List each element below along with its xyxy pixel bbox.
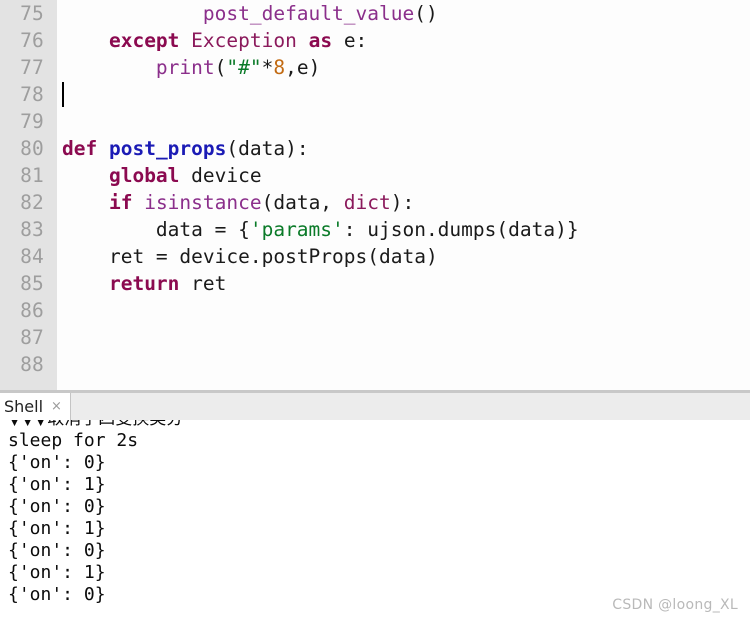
code-token-punct: ( [214,56,227,79]
code-token-type: Exception [191,29,297,52]
code-token-string: "#" [226,56,262,79]
code-token-string: 'params' [249,218,344,241]
code-line[interactable]: 77 print("#"*8,e) [0,54,750,81]
code-line[interactable]: 85 return ret [0,270,750,297]
console-line: {'on': 0} [8,452,106,473]
code-token-keyword: as [308,29,333,52]
line-content: data = {'params': ujson.dumps(data)} [62,216,579,243]
console-line-clipped: ▼▼▼取消了四变换类分 [8,420,183,430]
code-line[interactable]: 83 data = {'params': ujson.dumps(data)} [0,216,750,243]
code-token-punct: : ujson.dumps(data)} [343,218,579,241]
code-token-ident: data = { [155,218,250,241]
code-token-keyword: return [108,272,180,295]
code-line[interactable]: 87 [0,324,750,351]
line-content: ret = device.postProps(data) [62,243,438,270]
code-token-ident: ret [179,272,227,295]
code-token-type: dict [343,191,391,214]
code-line[interactable]: 75 post_default_value() [0,0,750,27]
line-number: 80 [20,137,44,160]
line-number: 83 [20,218,44,241]
tab-shell[interactable]: Shell × [0,393,71,420]
code-token-function-name: post_props [108,137,227,160]
line-number: 87 [20,326,44,349]
console-line: {'on': 1} [8,474,106,495]
code-token-keyword: except [108,29,180,52]
code-token-punct: ): [390,191,415,214]
line-number: 77 [20,56,44,79]
line-content: except Exception as e: [62,27,367,54]
line-number: 88 [20,353,44,376]
code-line[interactable]: 86 [0,297,750,324]
line-content: print("#"*8,e) [62,54,320,81]
code-token-keyword: global [108,164,180,187]
code-token-builtin: isinstance [144,191,262,214]
code-token-keyword: def [62,137,98,160]
line-content: if isinstance(data, dict): [62,189,414,216]
code-line[interactable]: 81 global device [0,162,750,189]
code-token-operator: * [261,56,274,79]
code-token-call: post_default_value [202,2,415,25]
line-content: return ret [62,270,226,297]
console-lines: sleep for 2s {'on': 0} {'on': 1} {'on': … [0,430,750,606]
line-number: 85 [20,272,44,295]
console-line: {'on': 1} [8,518,106,539]
line-number: 82 [20,191,44,214]
code-token-punct: (data): [226,137,309,160]
code-token-punct: (data, [261,191,344,214]
line-number: 75 [20,2,44,25]
tab-shell-label: Shell [4,397,44,416]
line-content: def post_props(data): [62,135,309,162]
line-content: global device [62,162,262,189]
console-line: sleep for 2s [8,430,139,451]
code-line[interactable]: 84 ret = device.postProps(data) [0,243,750,270]
code-line[interactable]: 79 [0,108,750,135]
line-number: 78 [20,83,44,106]
line-number: 81 [20,164,44,187]
code-editor-pane[interactable]: 75 post_default_value() 76 except Except… [0,0,750,390]
line-number: 76 [20,29,44,52]
console-line: {'on': 0} [8,540,106,561]
code-line[interactable]: 76 except Exception as e: [0,27,750,54]
code-line[interactable]: 82 if isinstance(data, dict): [0,189,750,216]
code-line[interactable]: 88 [0,351,750,378]
shell-console-output[interactable]: ▼▼▼取消了四变换类分 sleep for 2s {'on': 0} {'on'… [0,420,750,623]
text-cursor [62,82,64,107]
code-token-builtin: print [155,56,215,79]
code-token-ident: e: [332,29,368,52]
watermark-text: CSDN @loong_XL [612,597,738,613]
code-token-ident: ret = device.postProps(data) [108,245,438,268]
code-scroll-area[interactable]: 75 post_default_value() 76 except Except… [0,0,750,390]
code-token-punct: ,e) [285,56,321,79]
code-token-punct: () [414,2,438,25]
code-token-number: 8 [273,56,286,79]
console-tab-strip: Shell × [0,393,750,421]
code-token-keyword: if [108,191,133,214]
console-line: {'on': 1} [8,562,106,583]
line-number: 84 [20,245,44,268]
line-content: post_default_value() [62,0,438,27]
code-line[interactable]: 80 def post_props(data): [0,135,750,162]
line-number: 86 [20,299,44,322]
line-number: 79 [20,110,44,133]
code-line[interactable]: 78 [0,81,750,108]
console-line: {'on': 0} [8,496,106,517]
close-icon[interactable]: × [51,400,62,413]
code-token-ident: device [179,164,262,187]
